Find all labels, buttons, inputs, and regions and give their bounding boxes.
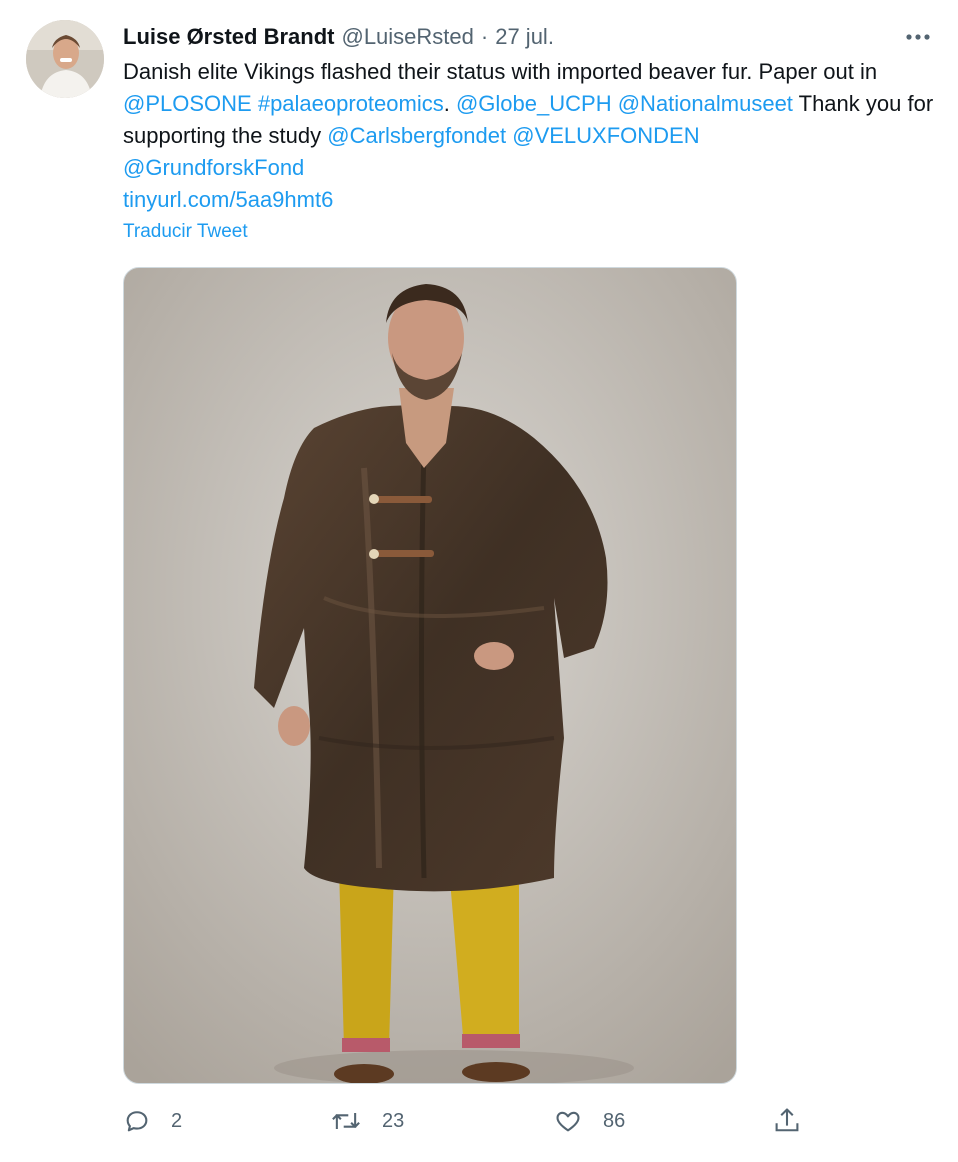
mention-carlsbergfondet[interactable]: @Carlsbergfondet bbox=[327, 123, 506, 148]
tweet-photo[interactable] bbox=[123, 267, 737, 1084]
retweet-count: 23 bbox=[382, 1109, 405, 1132]
author-name[interactable]: Luise Ørsted Brandt bbox=[123, 24, 334, 50]
retweet-icon bbox=[330, 1107, 362, 1135]
text-segment: . bbox=[443, 91, 456, 116]
avatar[interactable] bbox=[26, 20, 104, 98]
tweet: Luise Ørsted Brandt @LuiseRsted · 27 jul… bbox=[0, 0, 958, 1162]
avatar-image bbox=[26, 20, 104, 98]
like-count: 86 bbox=[603, 1109, 626, 1132]
separator: · bbox=[480, 24, 489, 49]
heart-icon bbox=[553, 1107, 583, 1135]
mention-nationalmuseet[interactable]: @Nationalmuseet bbox=[618, 91, 793, 116]
tweet-url-link[interactable]: tinyurl.com/5aa9hmt6 bbox=[123, 187, 333, 212]
like-button[interactable]: 86 bbox=[553, 1100, 625, 1142]
translate-tweet-link[interactable]: Traducir Tweet bbox=[123, 221, 248, 243]
text-segment: Danish elite Vikings flashed their statu… bbox=[123, 59, 878, 84]
reply-count: 2 bbox=[171, 1109, 183, 1132]
mention-globe-ucph[interactable]: @Globe_UCPH bbox=[456, 91, 612, 116]
share-button[interactable] bbox=[773, 1100, 801, 1142]
tweet-actions: 2 23 86 bbox=[123, 1100, 823, 1142]
tweet-header: Luise Ørsted Brandt @LuiseRsted · 27 jul… bbox=[123, 20, 883, 54]
share-icon bbox=[773, 1106, 801, 1136]
tweet-text: Danish elite Vikings flashed their statu… bbox=[123, 56, 943, 216]
photo-man-in-beaver-fur-coat bbox=[124, 268, 736, 1083]
more-icon bbox=[906, 34, 930, 40]
reply-button[interactable]: 2 bbox=[123, 1100, 182, 1142]
mention-veluxfonden[interactable]: @VELUXFONDEN bbox=[512, 123, 699, 148]
reply-icon bbox=[123, 1107, 151, 1135]
mention-grundforskfond[interactable]: @GrundforskFond bbox=[123, 155, 304, 180]
tweet-date[interactable]: 27 jul. bbox=[495, 24, 554, 50]
mention-plosone[interactable]: @PLOSONE bbox=[123, 91, 252, 116]
hashtag-palaeoproteomics[interactable]: #palaeoproteomics bbox=[258, 91, 444, 116]
more-options-button[interactable] bbox=[900, 22, 936, 52]
retweet-button[interactable]: 23 bbox=[330, 1100, 404, 1142]
author-handle[interactable]: @LuiseRsted bbox=[341, 24, 473, 50]
